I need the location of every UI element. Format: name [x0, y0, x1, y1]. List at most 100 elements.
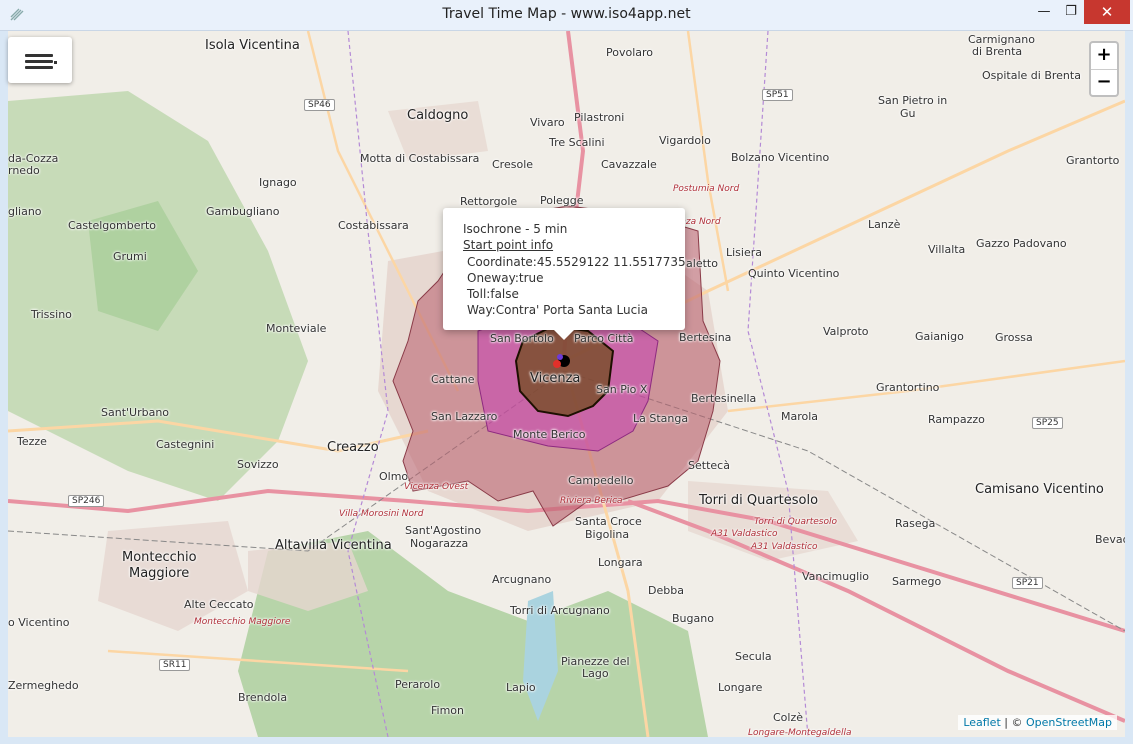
osm-link[interactable]: OpenStreetMap — [1026, 716, 1112, 729]
place-label: o Vicentino — [8, 616, 70, 629]
place-label: Torri di Arcugnano — [510, 604, 610, 617]
place-label: Villa Morosini Nord — [339, 509, 424, 519]
place-label: Longara — [598, 556, 643, 569]
place-label: Ignago — [259, 176, 297, 189]
place-label: Settecà — [688, 459, 730, 472]
maximize-button[interactable]: ❐ — [1058, 0, 1084, 24]
place-label: Ospitale di Brenta — [982, 69, 1081, 82]
place-label: Villalta — [928, 243, 966, 256]
place-label: Monteviale — [266, 322, 327, 335]
place-label: Cavazzale — [601, 158, 657, 171]
place-label: Costabissara — [338, 219, 409, 232]
place-label: Vicenza Ovest — [404, 482, 469, 492]
minimize-button[interactable]: — — [1030, 0, 1058, 24]
place-label: Monte Berico — [513, 428, 586, 441]
place-label: Vancimuglio — [802, 570, 869, 583]
place-label: Trissino — [31, 308, 72, 321]
road-label: SP46 — [304, 99, 335, 111]
road-label: SP25 — [1032, 417, 1063, 429]
zoom-out-button[interactable]: − — [1091, 70, 1117, 96]
place-label: Torri di Quartesolo — [754, 517, 837, 527]
place-label: laletto — [683, 257, 718, 270]
place-label: Caldogno — [407, 108, 469, 123]
place-label: Bolzano Vicentino — [731, 151, 830, 164]
popup-way: Way:Contra' Porta Santa Lucia — [467, 303, 648, 317]
popup-title: Isochrone - 5 min — [463, 222, 568, 236]
place-label: Vicenza — [530, 371, 581, 386]
window-title: Travel Time Map - www.iso4app.net — [442, 6, 691, 22]
place-label: Lago — [582, 667, 609, 680]
place-label: Gazzo Padovano — [976, 237, 1067, 250]
zoom-in-button[interactable]: + — [1091, 43, 1117, 70]
place-label: Sant'Urbano — [101, 406, 170, 419]
place-label: Longare — [718, 681, 763, 694]
leaflet-link[interactable]: Leaflet — [963, 716, 1000, 729]
attribution-separator: | © — [1000, 716, 1026, 729]
place-label: Riviera Berica — [560, 496, 623, 506]
zoom-control: + − — [1089, 41, 1119, 97]
place-label: Pilastroni — [574, 111, 625, 124]
place-label: Montecchio Maggiore — [194, 617, 291, 627]
map-view[interactable]: Isola Vicentina Povolaro Carmignano di B… — [8, 31, 1125, 737]
place-label: Castegnini — [156, 438, 215, 451]
place-label: Cresole — [492, 158, 534, 171]
place-label: Grumi — [113, 250, 147, 263]
place-label: Gu — [900, 107, 916, 120]
place-label: Lanzè — [868, 218, 901, 231]
road-label: SP246 — [68, 495, 105, 507]
place-label: Sovizzo — [237, 458, 279, 471]
place-label: Grantorto — [1066, 154, 1120, 167]
place-label: Bevad — [1095, 533, 1125, 546]
place-label: Castelgomberto — [68, 219, 157, 232]
close-button[interactable]: ✕ — [1084, 0, 1130, 24]
place-label: Grossa — [995, 331, 1033, 344]
place-label: Secula — [735, 650, 772, 663]
place-label: San Bortolo — [490, 332, 554, 345]
place-label: Bertesinella — [691, 392, 757, 405]
place-label: San Pietro in — [878, 94, 948, 107]
place-label: gliano — [8, 205, 42, 218]
place-label: Brendola — [238, 691, 288, 704]
place-label: Motta di Costabissara — [360, 152, 480, 165]
place-label: Sant'Agostino — [405, 524, 482, 537]
place-label: Camisano Vicentino — [975, 482, 1104, 497]
place-label: Montecchio — [122, 550, 197, 565]
place-label: Vivaro — [530, 116, 565, 129]
place-label: Debba — [648, 584, 684, 597]
start-point-info-link[interactable]: Start point info — [463, 238, 553, 252]
place-label: Parco Città — [574, 332, 634, 345]
map-attribution: Leaflet | © OpenStreetMap — [958, 715, 1117, 730]
place-label: Longare-Montegaldella — [748, 728, 852, 737]
place-label: San Lazzaro — [431, 410, 498, 423]
place-label: Rasega — [895, 517, 936, 530]
place-label: Perarolo — [395, 678, 441, 691]
place-label: Povolaro — [606, 46, 654, 59]
place-label: Bugano — [672, 612, 714, 625]
place-label: Marola — [781, 410, 819, 423]
popup-oneway: Oneway:true — [467, 271, 544, 285]
popup-tip — [553, 329, 575, 340]
place-label: rnedo — [8, 164, 40, 177]
road-label: A31 Valdastico — [751, 542, 818, 552]
place-label: Postumia Nord — [673, 184, 740, 194]
place-label: Valproto — [823, 325, 869, 338]
place-label: Arcugnano — [492, 573, 552, 586]
place-label: Vigardolo — [659, 134, 711, 147]
place-label: Fimon — [431, 704, 464, 717]
title-bar: Travel Time Map - www.iso4app.net — ❐ ✕ — [0, 0, 1133, 31]
place-label: Isola Vicentina — [205, 38, 300, 53]
place-label: Polegge — [540, 194, 584, 207]
place-label: San Pio X — [596, 383, 648, 396]
place-label: Rampazzo — [928, 413, 985, 426]
place-label: Gambugliano — [206, 205, 280, 218]
menu-button[interactable] — [8, 37, 72, 83]
road-label: A31 Valdastico — [711, 529, 778, 539]
road-label: SP21 — [1012, 577, 1043, 589]
place-label: Zermeghedo — [8, 679, 79, 692]
road-label: SP51 — [762, 89, 793, 101]
place-label: Tezze — [17, 435, 47, 448]
place-label: Alte Ceccato — [184, 598, 254, 611]
place-label: Lapio — [506, 681, 536, 694]
popup-toll: Toll:false — [467, 287, 519, 301]
place-label: Altavilla Vicentina — [275, 538, 392, 553]
